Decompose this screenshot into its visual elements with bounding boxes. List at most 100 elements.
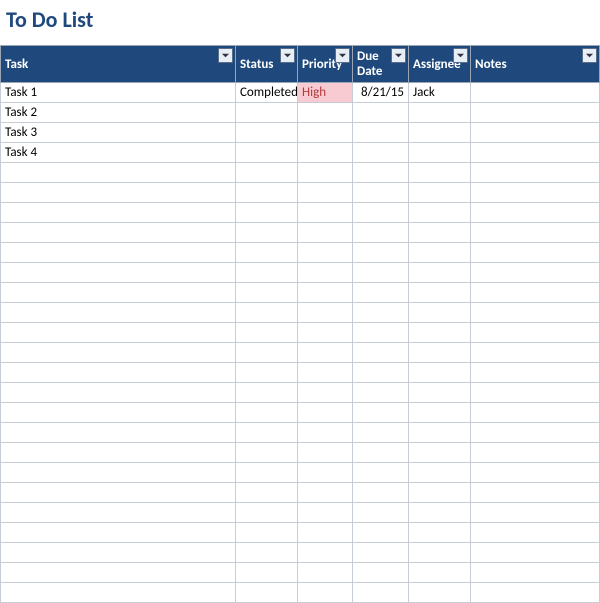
cell-task[interactable]: Task 3 bbox=[1, 123, 236, 143]
cell-status[interactable] bbox=[236, 403, 298, 423]
cell-task[interactable] bbox=[1, 163, 236, 183]
cell-priority[interactable] bbox=[298, 163, 353, 183]
cell-task[interactable] bbox=[1, 183, 236, 203]
cell-notes[interactable] bbox=[471, 343, 600, 363]
cell-due-date[interactable] bbox=[353, 243, 409, 263]
cell-notes[interactable] bbox=[471, 423, 600, 443]
cell-task[interactable] bbox=[1, 443, 236, 463]
cell-priority[interactable] bbox=[298, 183, 353, 203]
cell-priority[interactable]: High bbox=[298, 83, 353, 103]
cell-assignee[interactable] bbox=[409, 123, 471, 143]
cell-assignee[interactable] bbox=[409, 463, 471, 483]
cell-priority[interactable] bbox=[298, 263, 353, 283]
cell-status[interactable] bbox=[236, 123, 298, 143]
cell-priority[interactable] bbox=[298, 203, 353, 223]
cell-task[interactable]: Task 2 bbox=[1, 103, 236, 123]
cell-notes[interactable] bbox=[471, 543, 600, 563]
cell-task[interactable] bbox=[1, 323, 236, 343]
filter-dropdown-icon[interactable] bbox=[335, 48, 350, 63]
cell-task[interactable] bbox=[1, 543, 236, 563]
cell-notes[interactable] bbox=[471, 83, 600, 103]
cell-due-date[interactable] bbox=[353, 423, 409, 443]
cell-notes[interactable] bbox=[471, 523, 600, 543]
cell-status[interactable] bbox=[236, 423, 298, 443]
cell-assignee[interactable] bbox=[409, 103, 471, 123]
cell-notes[interactable] bbox=[471, 143, 600, 163]
cell-status[interactable] bbox=[236, 103, 298, 123]
cell-priority[interactable] bbox=[298, 423, 353, 443]
cell-priority[interactable] bbox=[298, 463, 353, 483]
cell-priority[interactable] bbox=[298, 123, 353, 143]
cell-assignee[interactable] bbox=[409, 483, 471, 503]
cell-task[interactable] bbox=[1, 563, 236, 583]
cell-status[interactable] bbox=[236, 183, 298, 203]
cell-due-date[interactable] bbox=[353, 203, 409, 223]
cell-assignee[interactable] bbox=[409, 363, 471, 383]
cell-task[interactable] bbox=[1, 483, 236, 503]
cell-status[interactable] bbox=[236, 563, 298, 583]
cell-due-date[interactable] bbox=[353, 403, 409, 423]
cell-task[interactable] bbox=[1, 403, 236, 423]
cell-notes[interactable] bbox=[471, 123, 600, 143]
filter-dropdown-icon[interactable] bbox=[280, 48, 295, 63]
cell-notes[interactable] bbox=[471, 203, 600, 223]
cell-task[interactable]: Task 1 bbox=[1, 83, 236, 103]
cell-due-date[interactable] bbox=[353, 103, 409, 123]
cell-status[interactable] bbox=[236, 163, 298, 183]
cell-notes[interactable] bbox=[471, 263, 600, 283]
cell-task[interactable] bbox=[1, 523, 236, 543]
cell-due-date[interactable] bbox=[353, 283, 409, 303]
cell-status[interactable] bbox=[236, 503, 298, 523]
cell-notes[interactable] bbox=[471, 243, 600, 263]
cell-priority[interactable] bbox=[298, 243, 353, 263]
cell-priority[interactable] bbox=[298, 523, 353, 543]
cell-notes[interactable] bbox=[471, 363, 600, 383]
cell-assignee[interactable] bbox=[409, 163, 471, 183]
cell-assignee[interactable] bbox=[409, 403, 471, 423]
cell-status[interactable] bbox=[236, 243, 298, 263]
cell-assignee[interactable] bbox=[409, 263, 471, 283]
cell-due-date[interactable] bbox=[353, 303, 409, 323]
cell-assignee[interactable] bbox=[409, 443, 471, 463]
cell-priority[interactable] bbox=[298, 543, 353, 563]
cell-notes[interactable] bbox=[471, 443, 600, 463]
cell-priority[interactable] bbox=[298, 343, 353, 363]
cell-priority[interactable] bbox=[298, 483, 353, 503]
cell-task[interactable] bbox=[1, 223, 236, 243]
cell-status[interactable] bbox=[236, 443, 298, 463]
cell-priority[interactable] bbox=[298, 383, 353, 403]
cell-priority[interactable] bbox=[298, 143, 353, 163]
cell-status[interactable] bbox=[236, 483, 298, 503]
cell-notes[interactable] bbox=[471, 403, 600, 423]
cell-due-date[interactable] bbox=[353, 183, 409, 203]
cell-due-date[interactable] bbox=[353, 383, 409, 403]
col-header-status[interactable]: Status bbox=[236, 46, 298, 83]
cell-due-date[interactable] bbox=[353, 443, 409, 463]
cell-task[interactable] bbox=[1, 203, 236, 223]
cell-status[interactable] bbox=[236, 263, 298, 283]
cell-notes[interactable] bbox=[471, 323, 600, 343]
cell-priority[interactable] bbox=[298, 403, 353, 423]
cell-task[interactable] bbox=[1, 383, 236, 403]
cell-assignee[interactable] bbox=[409, 523, 471, 543]
cell-due-date[interactable] bbox=[353, 143, 409, 163]
filter-dropdown-icon[interactable] bbox=[582, 48, 597, 63]
col-header-notes[interactable]: Notes bbox=[471, 46, 600, 83]
cell-task[interactable]: Task 4 bbox=[1, 143, 236, 163]
cell-assignee[interactable] bbox=[409, 143, 471, 163]
cell-notes[interactable] bbox=[471, 383, 600, 403]
cell-due-date[interactable] bbox=[353, 223, 409, 243]
cell-status[interactable] bbox=[236, 363, 298, 383]
cell-notes[interactable] bbox=[471, 223, 600, 243]
cell-assignee[interactable]: Jack bbox=[409, 83, 471, 103]
cell-task[interactable] bbox=[1, 263, 236, 283]
cell-task[interactable] bbox=[1, 243, 236, 263]
cell-assignee[interactable] bbox=[409, 503, 471, 523]
cell-notes[interactable] bbox=[471, 563, 600, 583]
cell-status[interactable] bbox=[236, 463, 298, 483]
cell-status[interactable] bbox=[236, 203, 298, 223]
cell-due-date[interactable] bbox=[353, 163, 409, 183]
col-header-priority[interactable]: Priority bbox=[298, 46, 353, 83]
cell-due-date[interactable] bbox=[353, 263, 409, 283]
cell-due-date[interactable] bbox=[353, 563, 409, 583]
